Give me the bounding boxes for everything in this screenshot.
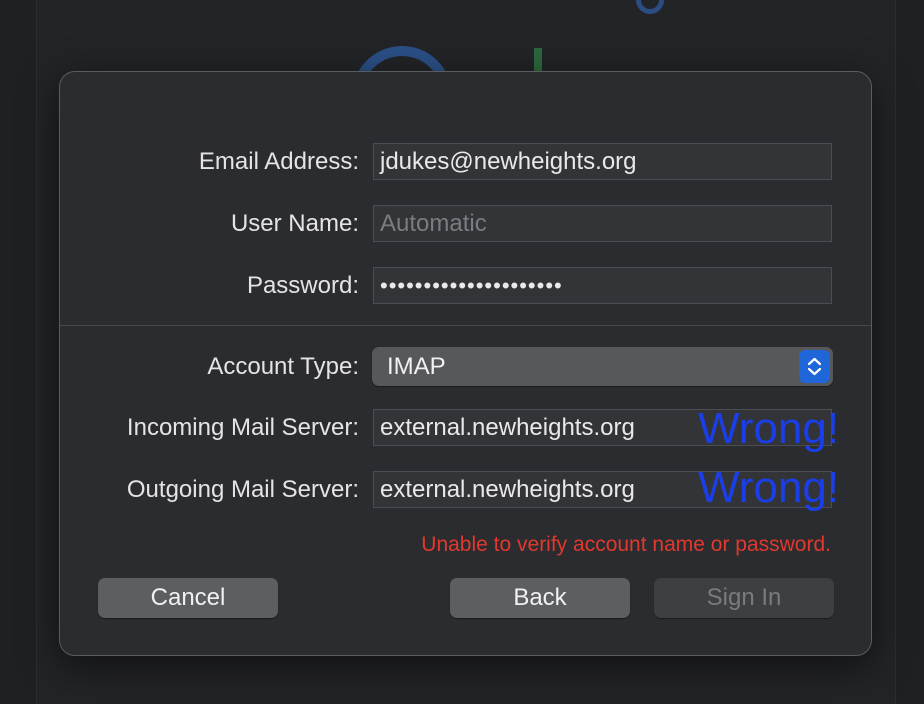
user-name-label: User Name:	[230, 210, 359, 237]
sign-in-button[interactable]: Sign In	[654, 578, 834, 618]
outgoing-mail-server-label: Outgoing Mail Server:	[126, 476, 359, 503]
account-type-label: Account Type:	[207, 353, 359, 380]
account-setup-sheet: Email Address: jdukes@newheights.org Use…	[59, 71, 872, 656]
outgoing-wrong-annotation: Wrong!	[698, 463, 840, 512]
section-divider	[60, 325, 871, 326]
incoming-wrong-annotation: Wrong!	[698, 404, 840, 453]
email-address-label: Email Address:	[198, 148, 359, 175]
password-label: Password:	[246, 272, 359, 299]
email-address-field[interactable]: jdukes@newheights.org	[373, 143, 832, 180]
password-field[interactable]: •••••••••••••••••••••	[373, 267, 832, 304]
account-type-value: IMAP	[387, 353, 446, 380]
error-message: Unable to verify account name or passwor…	[421, 533, 831, 556]
cancel-button[interactable]: Cancel	[98, 578, 278, 618]
back-button[interactable]: Back	[450, 578, 630, 618]
user-name-field[interactable]: Automatic	[373, 205, 832, 242]
incoming-mail-server-label: Incoming Mail Server:	[126, 414, 359, 441]
account-type-popup[interactable]: IMAP	[372, 347, 833, 386]
chevron-up-down-icon	[799, 350, 830, 383]
